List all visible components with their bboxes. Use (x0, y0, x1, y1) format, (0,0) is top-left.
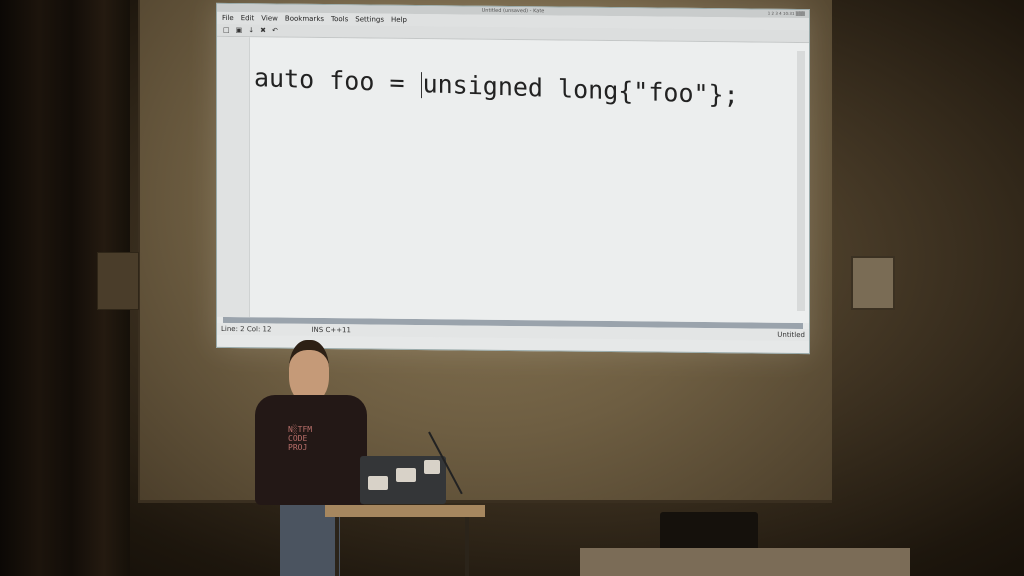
menu-file[interactable]: File (222, 14, 234, 22)
lectern-leg (335, 517, 339, 576)
menu-bookmarks[interactable]: Bookmarks (285, 15, 324, 23)
presenter-head (289, 340, 329, 402)
kate-editor-window: Untitled (unsaved) - Kate 1 2 3 4 10:31 … (216, 2, 810, 355)
wall-speaker-right (851, 256, 895, 310)
text-cursor (420, 72, 422, 99)
menu-view[interactable]: View (261, 14, 278, 22)
laptop-sticker (368, 476, 388, 490)
menu-edit[interactable]: Edit (241, 14, 255, 22)
lectern-leg (465, 517, 469, 576)
open-file-icon[interactable]: ▣ (236, 26, 243, 34)
window-title: Untitled (unsaved) - Kate (481, 7, 545, 15)
menu-tools[interactable]: Tools (331, 15, 348, 23)
document-name: Untitled (777, 330, 805, 340)
editor-pane[interactable]: auto foo = unsigned long{"foo"}; (217, 36, 809, 324)
new-file-icon[interactable]: □ (223, 26, 230, 34)
menu-help[interactable]: Help (391, 16, 407, 24)
front-table (580, 548, 910, 576)
code-before-cursor: auto foo = (254, 62, 420, 99)
laptop-sticker (424, 460, 440, 474)
menu-settings[interactable]: Settings (355, 15, 384, 23)
wall-speaker-left (97, 252, 139, 310)
code-after-cursor: unsigned long{"foo"}; (422, 69, 739, 110)
presenter-shirt: N░TFM CODE PROJ (255, 395, 367, 505)
close-document-icon[interactable]: ✖ (260, 26, 266, 34)
input-mode-syntax[interactable]: INS C++11 (311, 326, 351, 334)
undo-icon[interactable]: ↶ (272, 26, 278, 34)
code-line[interactable]: auto foo = unsigned long{"foo"}; (254, 63, 739, 110)
cursor-position: Line: 2 Col: 12 (221, 324, 272, 334)
save-icon[interactable]: ↓ (248, 26, 254, 34)
shirt-print: N░TFM CODE PROJ (288, 425, 313, 452)
code-text-area[interactable]: auto foo = unsigned long{"foo"}; (250, 37, 809, 323)
laptop (360, 456, 446, 504)
laptop-sticker (396, 468, 416, 482)
lectern (325, 500, 485, 576)
system-tray: 1 2 3 4 10:31 ▒▒▒ (767, 10, 805, 17)
lectern-top (325, 505, 485, 517)
line-number-gutter[interactable] (217, 36, 250, 318)
vertical-scrollbar[interactable] (797, 50, 805, 312)
